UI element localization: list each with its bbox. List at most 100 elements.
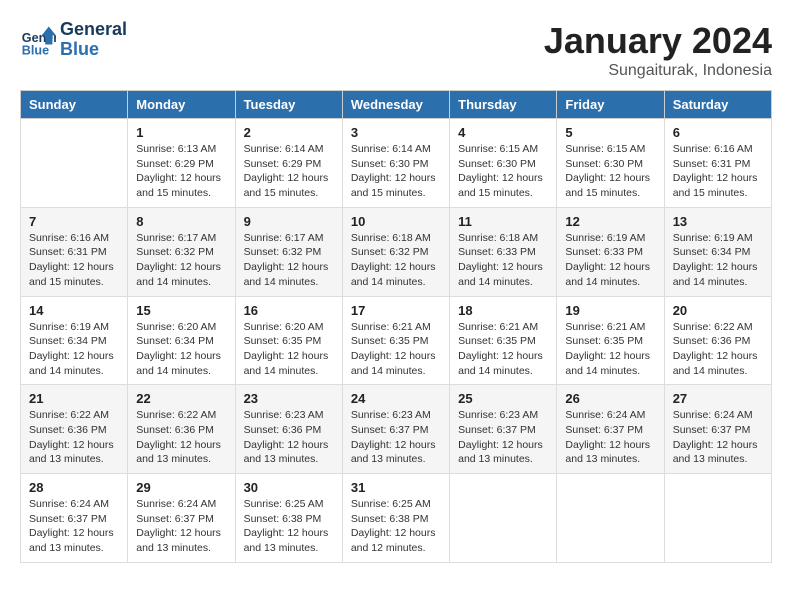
location-subtitle: Sungaiturak, Indonesia bbox=[544, 62, 772, 80]
day-number: 14 bbox=[29, 303, 119, 318]
logo-general: General bbox=[60, 20, 127, 40]
calendar-cell: 23Sunrise: 6:23 AM Sunset: 6:36 PM Dayli… bbox=[235, 385, 342, 474]
day-number: 16 bbox=[244, 303, 334, 318]
calendar-cell: 28 Sunrise: 6:24 AM Sunset: 6:37 PM Dayli… bbox=[21, 474, 128, 563]
day-info: Sunrise: 6:18 AM Sunset: 6:33 PM Dayligh… bbox=[458, 231, 548, 290]
day-number: 28 bbox=[29, 480, 119, 495]
calendar-cell: 3 Sunrise: 6:14 AM Sunset: 6:30 PM Daylig… bbox=[342, 119, 449, 208]
day-info: Sunrise: 6:20 AM Sunset: 6:35 PM Dayligh… bbox=[244, 320, 334, 379]
calendar-cell: 2Sunrise: 6:14 AM Sunset: 6:29 PM Daylig… bbox=[235, 119, 342, 208]
header-monday: Monday bbox=[128, 91, 235, 119]
day-info: Sunrise: 6:19 AM Sunset: 6:33 PM Dayligh… bbox=[565, 231, 655, 290]
day-number: 21 bbox=[29, 391, 119, 406]
calendar-cell: 10 Sunrise: 6:18 AM Sunset: 6:32 PM Dayli… bbox=[342, 207, 449, 296]
day-info: Sunrise: 6:25 AM Sunset: 6:38 PM Dayligh… bbox=[244, 497, 334, 556]
day-info: Sunrise: 6:18 AM Sunset: 6:32 PM Dayligh… bbox=[351, 231, 441, 290]
calendar-cell: 5Sunrise: 6:15 AM Sunset: 6:30 PM Daylig… bbox=[557, 119, 664, 208]
day-number: 10 bbox=[351, 214, 441, 229]
day-number: 18 bbox=[458, 303, 548, 318]
day-info: Sunrise: 6:22 AM Sunset: 6:36 PM Dayligh… bbox=[29, 408, 119, 467]
day-info: Sunrise: 6:23 AM Sunset: 6:37 PM Dayligh… bbox=[458, 408, 548, 467]
header-wednesday: Wednesday bbox=[342, 91, 449, 119]
calendar-cell: 17Sunrise: 6:21 AM Sunset: 6:35 PM Dayli… bbox=[342, 296, 449, 385]
day-number: 31 bbox=[351, 480, 441, 495]
calendar-cell: 19 Sunrise: 6:21 AM Sunset: 6:35 PM Dayli… bbox=[557, 296, 664, 385]
calendar-cell: 12 Sunrise: 6:19 AM Sunset: 6:33 PM Dayli… bbox=[557, 207, 664, 296]
day-info: Sunrise: 6:24 AM Sunset: 6:37 PM Dayligh… bbox=[136, 497, 226, 556]
header-sunday: Sunday bbox=[21, 91, 128, 119]
day-info: Sunrise: 6:16 AM Sunset: 6:31 PM Dayligh… bbox=[29, 231, 119, 290]
day-info: Sunrise: 6:15 AM Sunset: 6:30 PM Dayligh… bbox=[458, 142, 548, 201]
calendar-cell: 29 Sunrise: 6:24 AM Sunset: 6:37 PM Dayli… bbox=[128, 474, 235, 563]
calendar-cell: 6 Sunrise: 6:16 AM Sunset: 6:31 PM Daylig… bbox=[664, 119, 771, 208]
day-number: 8 bbox=[136, 214, 226, 229]
header-thursday: Thursday bbox=[450, 91, 557, 119]
calendar-cell: 4 Sunrise: 6:15 AM Sunset: 6:30 PM Daylig… bbox=[450, 119, 557, 208]
calendar-cell bbox=[664, 474, 771, 563]
day-number: 19 bbox=[565, 303, 655, 318]
day-info: Sunrise: 6:21 AM Sunset: 6:35 PM Dayligh… bbox=[351, 320, 441, 379]
day-info: Sunrise: 6:17 AM Sunset: 6:32 PM Dayligh… bbox=[244, 231, 334, 290]
calendar-cell: 30 Sunrise: 6:25 AM Sunset: 6:38 PM Dayli… bbox=[235, 474, 342, 563]
day-info: Sunrise: 6:21 AM Sunset: 6:35 PM Dayligh… bbox=[565, 320, 655, 379]
day-number: 2 bbox=[244, 125, 334, 140]
calendar-cell: 11 Sunrise: 6:18 AM Sunset: 6:33 PM Dayli… bbox=[450, 207, 557, 296]
calendar-cell bbox=[557, 474, 664, 563]
calendar-cell: 18 Sunrise: 6:21 AM Sunset: 6:35 PM Dayli… bbox=[450, 296, 557, 385]
day-info: Sunrise: 6:22 AM Sunset: 6:36 PM Dayligh… bbox=[136, 408, 226, 467]
calendar-cell: 15Sunrise: 6:20 AM Sunset: 6:34 PM Dayli… bbox=[128, 296, 235, 385]
day-number: 27 bbox=[673, 391, 763, 406]
day-number: 9 bbox=[244, 214, 334, 229]
day-number: 7 bbox=[29, 214, 119, 229]
logo-icon: General Blue bbox=[20, 22, 56, 58]
day-info: Sunrise: 6:21 AM Sunset: 6:35 PM Dayligh… bbox=[458, 320, 548, 379]
calendar-week-row: 14Sunrise: 6:19 AM Sunset: 6:34 PM Dayli… bbox=[21, 296, 772, 385]
day-number: 30 bbox=[244, 480, 334, 495]
day-info: Sunrise: 6:23 AM Sunset: 6:36 PM Dayligh… bbox=[244, 408, 334, 467]
day-number: 20 bbox=[673, 303, 763, 318]
calendar-cell bbox=[450, 474, 557, 563]
calendar-cell: 14Sunrise: 6:19 AM Sunset: 6:34 PM Dayli… bbox=[21, 296, 128, 385]
calendar-cell: 9 Sunrise: 6:17 AM Sunset: 6:32 PM Daylig… bbox=[235, 207, 342, 296]
day-info: Sunrise: 6:22 AM Sunset: 6:36 PM Dayligh… bbox=[673, 320, 763, 379]
logo: General Blue General Blue bbox=[20, 20, 127, 60]
calendar-week-row: 1 Sunrise: 6:13 AM Sunset: 6:29 PM Daylig… bbox=[21, 119, 772, 208]
day-info: Sunrise: 6:24 AM Sunset: 6:37 PM Dayligh… bbox=[673, 408, 763, 467]
day-number: 5 bbox=[565, 125, 655, 140]
calendar-cell: 13 Sunrise: 6:19 AM Sunset: 6:34 PM Dayli… bbox=[664, 207, 771, 296]
day-info: Sunrise: 6:16 AM Sunset: 6:31 PM Dayligh… bbox=[673, 142, 763, 201]
day-number: 29 bbox=[136, 480, 226, 495]
calendar-cell: 16 Sunrise: 6:20 AM Sunset: 6:35 PM Dayli… bbox=[235, 296, 342, 385]
day-number: 13 bbox=[673, 214, 763, 229]
day-number: 6 bbox=[673, 125, 763, 140]
day-number: 1 bbox=[136, 125, 226, 140]
day-number: 11 bbox=[458, 214, 548, 229]
logo-blue: Blue bbox=[60, 40, 127, 60]
calendar-cell: 31Sunrise: 6:25 AM Sunset: 6:38 PM Dayli… bbox=[342, 474, 449, 563]
day-info: Sunrise: 6:13 AM Sunset: 6:29 PM Dayligh… bbox=[136, 142, 226, 201]
title-block: January 2024 Sungaiturak, Indonesia bbox=[544, 20, 772, 80]
calendar-cell: 21 Sunrise: 6:22 AM Sunset: 6:36 PM Dayli… bbox=[21, 385, 128, 474]
day-number: 26 bbox=[565, 391, 655, 406]
calendar-week-row: 21 Sunrise: 6:22 AM Sunset: 6:36 PM Dayli… bbox=[21, 385, 772, 474]
month-year-title: January 2024 bbox=[544, 20, 772, 62]
calendar-cell: 1 Sunrise: 6:13 AM Sunset: 6:29 PM Daylig… bbox=[128, 119, 235, 208]
calendar-week-row: 7 Sunrise: 6:16 AM Sunset: 6:31 PM Daylig… bbox=[21, 207, 772, 296]
calendar-week-row: 28 Sunrise: 6:24 AM Sunset: 6:37 PM Dayli… bbox=[21, 474, 772, 563]
calendar-cell: 27 Sunrise: 6:24 AM Sunset: 6:37 PM Dayli… bbox=[664, 385, 771, 474]
day-number: 12 bbox=[565, 214, 655, 229]
day-number: 4 bbox=[458, 125, 548, 140]
calendar-cell: 24Sunrise: 6:23 AM Sunset: 6:37 PM Dayli… bbox=[342, 385, 449, 474]
calendar-cell: 22Sunrise: 6:22 AM Sunset: 6:36 PM Dayli… bbox=[128, 385, 235, 474]
calendar-header-row: SundayMondayTuesdayWednesdayThursdayFrid… bbox=[21, 91, 772, 119]
header-tuesday: Tuesday bbox=[235, 91, 342, 119]
day-info: Sunrise: 6:24 AM Sunset: 6:37 PM Dayligh… bbox=[29, 497, 119, 556]
day-number: 25 bbox=[458, 391, 548, 406]
page-header: General Blue General Blue January 2024 S… bbox=[20, 20, 772, 80]
header-friday: Friday bbox=[557, 91, 664, 119]
day-info: Sunrise: 6:17 AM Sunset: 6:32 PM Dayligh… bbox=[136, 231, 226, 290]
day-number: 3 bbox=[351, 125, 441, 140]
day-info: Sunrise: 6:14 AM Sunset: 6:30 PM Dayligh… bbox=[351, 142, 441, 201]
day-info: Sunrise: 6:19 AM Sunset: 6:34 PM Dayligh… bbox=[673, 231, 763, 290]
day-info: Sunrise: 6:20 AM Sunset: 6:34 PM Dayligh… bbox=[136, 320, 226, 379]
